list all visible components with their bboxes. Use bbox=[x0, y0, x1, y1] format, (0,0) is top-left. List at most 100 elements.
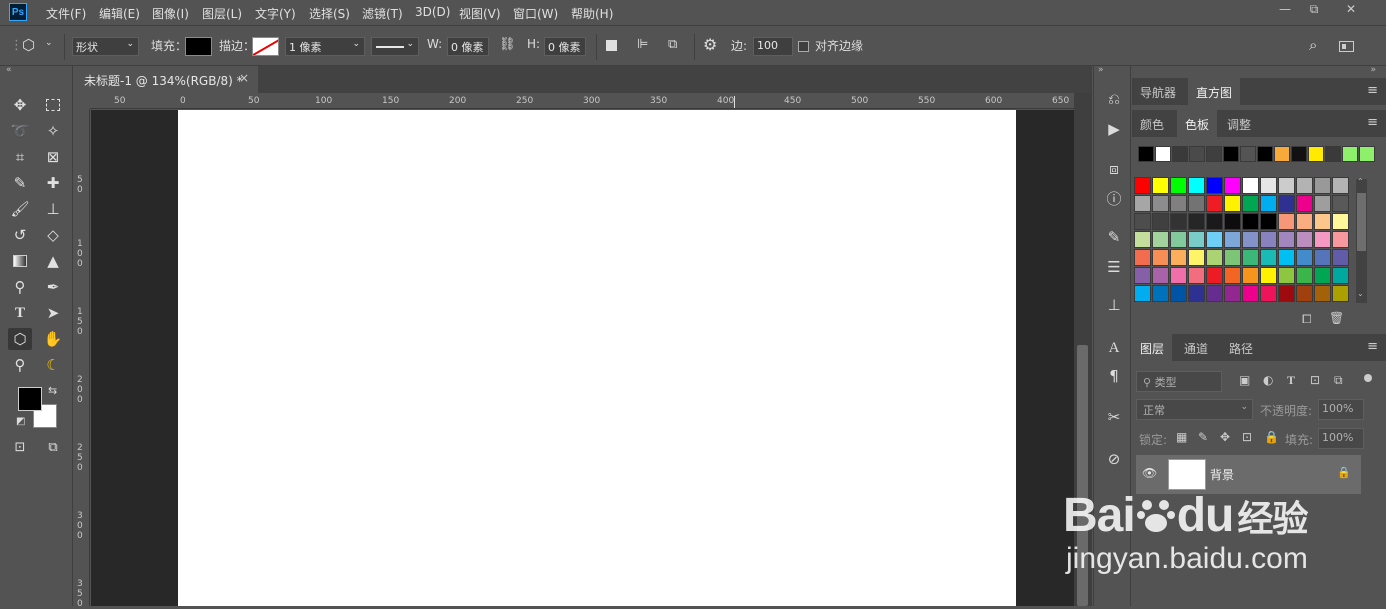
history-panel-icon[interactable]: ⎌ bbox=[1103, 88, 1125, 110]
magic-wand-tool-icon[interactable]: ✧ bbox=[41, 120, 65, 142]
color-swatch[interactable] bbox=[1296, 231, 1313, 248]
lock-artboard-icon[interactable]: ⊡ bbox=[1242, 430, 1252, 444]
color-swatch[interactable] bbox=[1170, 267, 1187, 284]
color-swatch[interactable] bbox=[1296, 177, 1313, 194]
ruler-origin[interactable] bbox=[74, 93, 90, 109]
menu-edit[interactable]: 编辑(E) bbox=[99, 5, 140, 22]
pen-tool-icon[interactable]: ✒ bbox=[41, 276, 65, 298]
filter-adjustment-icon[interactable]: ◐ bbox=[1263, 373, 1273, 387]
color-swatch[interactable] bbox=[1278, 285, 1295, 302]
color-swatch[interactable] bbox=[1260, 249, 1277, 266]
color-swatch[interactable] bbox=[1296, 285, 1313, 302]
color-swatch[interactable] bbox=[1152, 249, 1169, 266]
color-swatch[interactable] bbox=[1134, 231, 1151, 248]
stroke-width-field[interactable]: 1 像素 ⌄ bbox=[285, 37, 365, 56]
color-swatch[interactable] bbox=[1152, 195, 1169, 212]
color-swatch[interactable] bbox=[1188, 285, 1205, 302]
type-tool-icon[interactable]: T bbox=[8, 302, 32, 324]
color-swatch[interactable] bbox=[1278, 177, 1295, 194]
recent-swatch[interactable] bbox=[1189, 146, 1205, 162]
chevron-up-icon[interactable]: ⌃ bbox=[1357, 177, 1364, 186]
color-swatch[interactable] bbox=[1224, 285, 1241, 302]
color-swatch[interactable] bbox=[1134, 267, 1151, 284]
color-swatch[interactable] bbox=[1332, 231, 1349, 248]
tab-histogram[interactable]: 直方图 bbox=[1188, 78, 1241, 105]
color-swatch[interactable] bbox=[1260, 213, 1277, 230]
path-selection-tool-icon[interactable]: ➤ bbox=[41, 302, 65, 324]
color-swatch[interactable] bbox=[1260, 267, 1277, 284]
tab-layers[interactable]: 图层 bbox=[1132, 334, 1173, 361]
color-swatch[interactable] bbox=[1332, 195, 1349, 212]
move-tool-icon[interactable]: ✥ bbox=[8, 94, 32, 116]
panel-menu-icon[interactable]: ≡ bbox=[1367, 83, 1378, 98]
color-swatch[interactable] bbox=[1134, 195, 1151, 212]
color-swatch[interactable] bbox=[1224, 213, 1241, 230]
color-swatch[interactable] bbox=[1224, 195, 1241, 212]
color-swatch[interactable] bbox=[1188, 267, 1205, 284]
quick-mask-icon[interactable]: ⊡ bbox=[8, 436, 32, 458]
color-swatch[interactable] bbox=[1206, 213, 1223, 230]
scrollbar-thumb[interactable] bbox=[1357, 193, 1366, 251]
filter-toggle-icon[interactable] bbox=[1364, 374, 1372, 382]
blend-mode-select[interactable]: 正常 ⌄ bbox=[1136, 399, 1253, 420]
color-swatch[interactable] bbox=[1278, 195, 1295, 212]
panel-menu-icon[interactable]: ≡ bbox=[1367, 339, 1378, 354]
frame-tool-icon[interactable]: ⊠ bbox=[41, 146, 65, 168]
lasso-tool-icon[interactable]: ➰ bbox=[8, 120, 32, 142]
polygon-tool-preset-icon[interactable]: ⬡ bbox=[22, 36, 35, 54]
color-swatch[interactable] bbox=[1170, 231, 1187, 248]
banana-tool-icon[interactable]: ☾ bbox=[41, 354, 65, 376]
chevron-down-icon[interactable]: ⌄ bbox=[1357, 289, 1364, 298]
recent-swatch[interactable] bbox=[1240, 146, 1256, 162]
brush-tool-icon[interactable]: 🖌 bbox=[8, 198, 32, 220]
recent-swatch[interactable] bbox=[1257, 146, 1273, 162]
path-operations-icon[interactable] bbox=[606, 40, 617, 51]
filter-smart-object-icon[interactable]: ⧉ bbox=[1334, 373, 1343, 388]
color-swatch[interactable] bbox=[1314, 195, 1331, 212]
stroke-type-select[interactable]: ⌄ bbox=[371, 37, 419, 56]
color-swatch[interactable] bbox=[1242, 267, 1259, 284]
lock-all-icon[interactable]: 🔒 bbox=[1264, 430, 1279, 444]
hand-tool-icon[interactable]: ✋ bbox=[41, 328, 65, 350]
clone-source-icon[interactable]: ⊥ bbox=[1103, 294, 1125, 316]
color-swatch[interactable] bbox=[1134, 177, 1151, 194]
color-swatch[interactable] bbox=[1242, 285, 1259, 302]
lock-position-icon[interactable]: ✥ bbox=[1220, 430, 1230, 444]
width-field[interactable]: 0 像素 bbox=[447, 37, 489, 56]
menu-type[interactable]: 文字(Y) bbox=[255, 5, 296, 22]
marquee-tool-icon[interactable] bbox=[41, 94, 65, 116]
recent-swatch[interactable] bbox=[1138, 146, 1154, 162]
delete-swatch-icon[interactable]: 🗑 bbox=[1329, 311, 1344, 325]
layer-filter-select[interactable]: ⚲ 类型 bbox=[1136, 371, 1222, 392]
recent-swatch[interactable] bbox=[1359, 146, 1375, 162]
tab-channels[interactable]: 通道 bbox=[1176, 334, 1216, 361]
color-swatch[interactable] bbox=[1332, 285, 1349, 302]
actions-panel-icon[interactable]: ▶ bbox=[1103, 118, 1125, 140]
color-swatch[interactable] bbox=[1224, 231, 1241, 248]
color-swatch[interactable] bbox=[1224, 249, 1241, 266]
color-swatch[interactable] bbox=[1170, 177, 1187, 194]
recent-swatch[interactable] bbox=[1291, 146, 1307, 162]
color-swatch[interactable] bbox=[1206, 285, 1223, 302]
character-panel-icon[interactable]: A bbox=[1103, 337, 1125, 359]
minimize-button[interactable]: — bbox=[1271, 2, 1299, 20]
swap-colors-icon[interactable]: ⇆ bbox=[48, 384, 57, 397]
color-swatch[interactable] bbox=[1296, 249, 1313, 266]
document-canvas[interactable] bbox=[178, 110, 1016, 606]
color-swatch[interactable] bbox=[1332, 177, 1349, 194]
recent-swatch[interactable] bbox=[1342, 146, 1358, 162]
crop-tool-icon[interactable]: ⌗ bbox=[8, 146, 32, 168]
color-swatch[interactable] bbox=[1242, 249, 1259, 266]
color-swatch[interactable] bbox=[1332, 267, 1349, 284]
tab-paths[interactable]: 路径 bbox=[1221, 334, 1261, 361]
color-swatch[interactable] bbox=[1170, 285, 1187, 302]
link-icon[interactable]: ⛓ bbox=[499, 37, 516, 52]
close-icon[interactable]: × bbox=[239, 71, 249, 85]
menu-window[interactable]: 窗口(W) bbox=[513, 5, 558, 22]
color-swatch[interactable] bbox=[1134, 285, 1151, 302]
tab-navigator[interactable]: 导航器 bbox=[1132, 78, 1184, 105]
color-swatch[interactable] bbox=[1170, 213, 1187, 230]
color-swatch[interactable] bbox=[1242, 213, 1259, 230]
expand-icon[interactable]: » bbox=[1098, 65, 1104, 75]
blur-tool-icon[interactable]: ▲ bbox=[41, 250, 65, 272]
